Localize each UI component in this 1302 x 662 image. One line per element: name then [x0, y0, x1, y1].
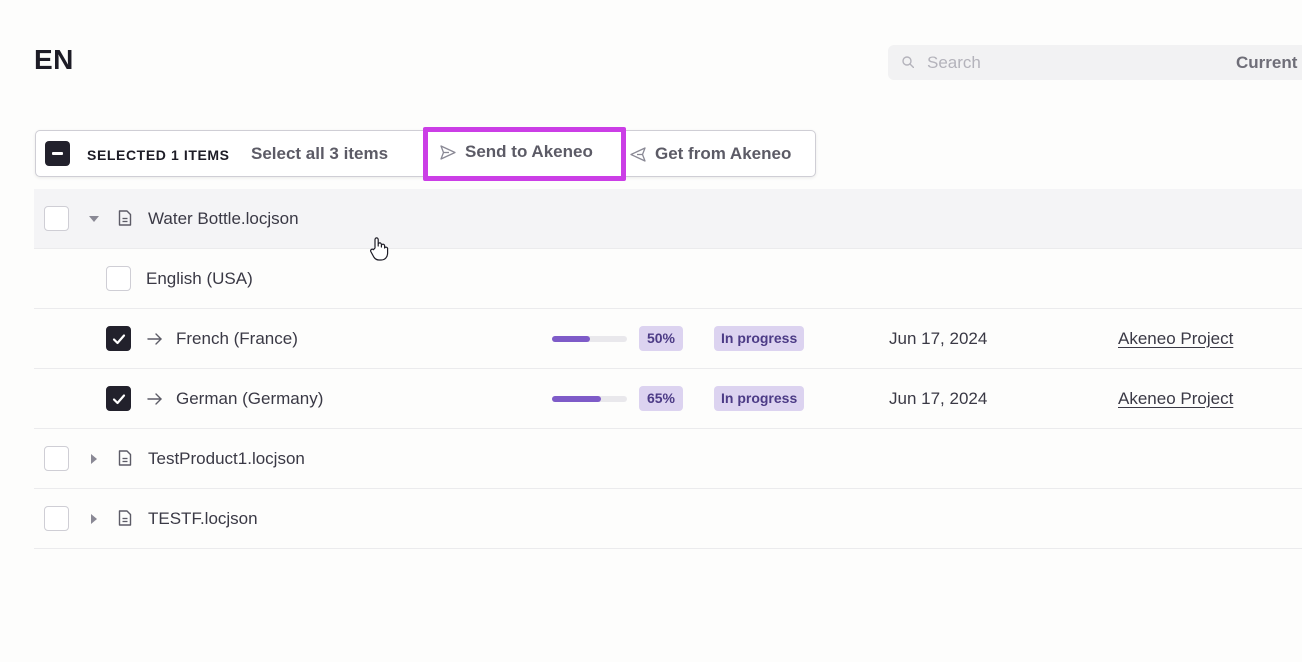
- file-name: Water Bottle.locjson: [148, 209, 299, 228]
- selection-toolbar: SELECTED 1 ITEMS Select all 3 items Send…: [35, 127, 816, 181]
- caret-right-icon[interactable]: [88, 453, 100, 465]
- date-text: Jun 17, 2024: [889, 329, 988, 348]
- progress-fill: [552, 396, 601, 402]
- get-from-akeneo-button[interactable]: Get from Akeneo: [628, 131, 816, 176]
- row-checkbox[interactable]: [106, 386, 131, 411]
- receive-icon: [630, 146, 646, 162]
- send-icon: [440, 144, 456, 160]
- arrow-right-icon: [147, 393, 162, 405]
- filter-dropdown[interactable]: Current: [1236, 53, 1297, 73]
- checkmark-icon: [112, 334, 126, 345]
- project-link[interactable]: Akeneo Project: [1118, 329, 1233, 349]
- caret-right-icon[interactable]: [88, 513, 100, 525]
- progress-percent-badge: 65%: [639, 386, 683, 411]
- bulk-select-checkbox[interactable]: [45, 141, 70, 166]
- checkmark-icon: [112, 394, 126, 405]
- table-row[interactable]: French (France) 50% In progress Jun 17, …: [34, 309, 1302, 369]
- search-placeholder: Search: [927, 53, 981, 72]
- file-icon: [118, 510, 132, 526]
- table-row[interactable]: Water Bottle.locjson: [34, 189, 1302, 249]
- search-input[interactable]: Search Current: [888, 45, 1302, 80]
- row-checkbox[interactable]: [44, 206, 69, 231]
- progress-percent-badge: 50%: [639, 326, 683, 351]
- table-row[interactable]: TestProduct1.locjson: [34, 429, 1302, 489]
- page-title: EN: [34, 44, 74, 75]
- table-row[interactable]: English (USA): [34, 249, 1302, 309]
- arrow-right-icon: [147, 333, 162, 345]
- status-badge: In progress: [714, 326, 805, 351]
- search-icon: [902, 56, 914, 68]
- hand-pointer-icon: [370, 237, 389, 261]
- project-link[interactable]: Akeneo Project: [1118, 389, 1233, 409]
- file-name: TestProduct1.locjson: [148, 449, 305, 468]
- date-text: Jun 17, 2024: [889, 389, 988, 408]
- progress-bar: [552, 336, 627, 342]
- file-icon: [118, 450, 132, 466]
- row-checkbox[interactable]: [44, 506, 69, 531]
- row-checkbox[interactable]: [106, 266, 131, 291]
- file-name: TESTF.locjson: [148, 509, 258, 528]
- caret-down-icon[interactable]: [88, 213, 100, 225]
- row-checkbox[interactable]: [44, 446, 69, 471]
- send-to-akeneo-button[interactable]: Send to Akeneo: [423, 127, 626, 181]
- status-badge: In progress: [714, 386, 805, 411]
- get-from-akeneo-label: Get from Akeneo: [655, 144, 792, 163]
- progress-fill: [552, 336, 590, 342]
- locale-name: French (France): [176, 329, 298, 348]
- selected-count-label: SELECTED 1 ITEMS: [87, 147, 230, 163]
- locale-name: German (Germany): [176, 389, 324, 408]
- file-icon: [118, 210, 132, 226]
- progress-bar: [552, 396, 627, 402]
- send-to-akeneo-label: Send to Akeneo: [465, 142, 593, 161]
- locale-name: English (USA): [146, 269, 253, 288]
- table-row[interactable]: German (Germany) 65% In progress Jun 17,…: [34, 369, 1302, 429]
- row-checkbox[interactable]: [106, 326, 131, 351]
- select-all-button[interactable]: Select all 3 items: [251, 144, 388, 164]
- table-row[interactable]: TESTF.locjson: [34, 489, 1302, 549]
